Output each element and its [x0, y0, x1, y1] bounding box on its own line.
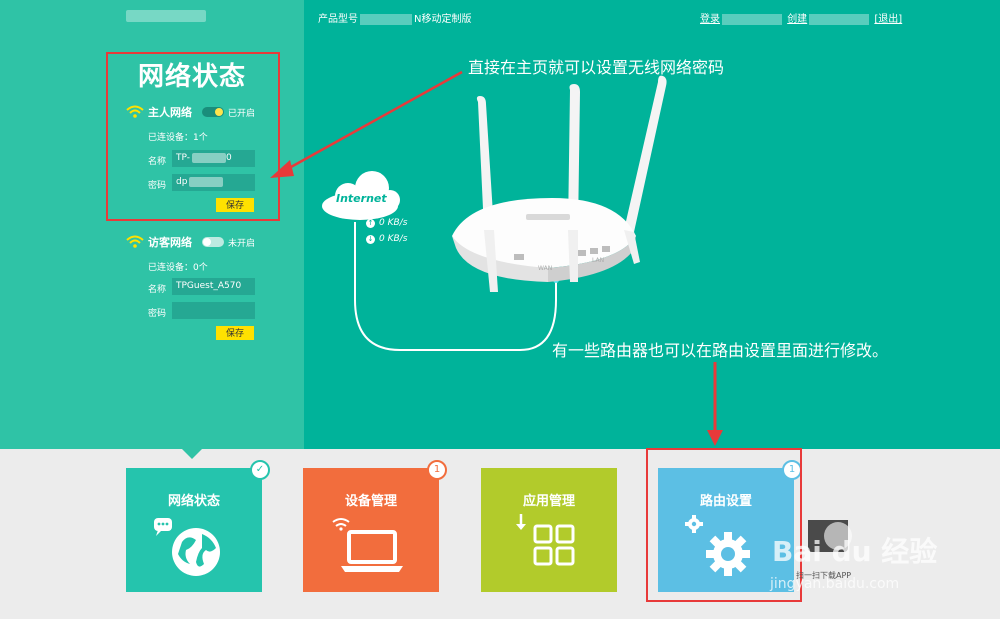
ssid-blur [191, 152, 226, 163]
guest-password-field[interactable] [172, 302, 255, 319]
tile-device-management[interactable]: 设备管理 1 [303, 460, 447, 592]
model-label: 产品型号 [318, 14, 358, 25]
guest-network-section: 访客网络 未开启 已连设备：0个 名称 TPGuest_A570 密码 保存 [126, 234, 296, 344]
guest-toggle-state: 未开启 [228, 238, 256, 249]
upload-rate-value: 0 KB/s [379, 218, 408, 228]
watermark-url: jingyan.baidu.com [770, 576, 900, 592]
top-bar: 产品型号 N移动定制版 登录 创建 [退出] [0, 0, 1000, 30]
main-network-toggle[interactable] [202, 107, 224, 117]
model-blur [360, 13, 412, 25]
main-toggle-state: 已开启 [228, 108, 256, 119]
apps-icon [516, 514, 575, 566]
guest-network-name: 访客网络 [148, 236, 192, 249]
account-blur [722, 13, 782, 25]
guest-pwd-label: 密码 [148, 309, 167, 319]
download-rate-value: 0 KB/s [379, 234, 408, 244]
tile-app-management[interactable]: 应用管理 [481, 468, 617, 592]
model-suffix: N移动定制版 [414, 14, 472, 25]
login-link[interactable]: 登录 [700, 14, 720, 25]
laptop-icon [332, 518, 403, 572]
wifi-icon [126, 235, 144, 248]
tile-label: 网络状态 [167, 494, 220, 509]
tile-label: 设备管理 [344, 494, 397, 509]
create-link[interactable]: 创建 [787, 14, 807, 25]
wifi-icon [126, 105, 144, 118]
guest-ssid-field[interactable]: TPGuest_A570 [172, 278, 255, 295]
globe-icon [154, 518, 220, 576]
pwd-blur [189, 176, 224, 187]
main-ssid-tail: 0 [225, 153, 232, 163]
download-arrow-icon: ↓ [366, 235, 375, 244]
active-tab-caret [182, 449, 202, 459]
upload-rate: ↑ 0 KB/s [366, 218, 407, 228]
main-pwd-value: dp [176, 177, 188, 187]
product-model: 产品型号 N移动定制版 [318, 10, 471, 25]
annotation-top: 直接在主页就可以设置无线网络密码 [468, 58, 725, 77]
download-rate: ↓ 0 KB/s [366, 234, 407, 244]
brand-logo [126, 10, 206, 22]
account-links: 登录 创建 [退出] [700, 10, 902, 25]
main-network-name: 主人网络 [148, 106, 192, 119]
guest-save-button[interactable]: 保存 [216, 326, 254, 340]
upload-arrow-icon: ↑ [366, 219, 375, 228]
main-name-label: 名称 [148, 157, 167, 167]
guest-devices: 已连设备：0个 [148, 263, 208, 273]
annotation-bottom: 有一些路由器也可以在路由设置里面进行修改。 [552, 341, 889, 360]
account-blur-2 [809, 13, 870, 25]
main-ssid-value: TP- [176, 153, 190, 163]
main-ssid-field[interactable]: TP- 0 [172, 150, 255, 167]
main-network-section: 主人网络 已开启 已连设备：1个 名称 TP- 0 密码 dp 保存 [126, 104, 296, 214]
main-password-field[interactable]: dp [172, 174, 255, 191]
main-save-button[interactable]: 保存 [216, 198, 254, 212]
internet-label: Internet [336, 192, 387, 205]
guest-network-toggle[interactable] [202, 237, 224, 247]
check-badge: ✓ [250, 460, 270, 480]
watermark-brand: Bai du 经验 [772, 535, 938, 568]
logout-link[interactable]: [退出] [874, 14, 902, 25]
guest-name-label: 名称 [148, 285, 167, 295]
count-badge: 1 [427, 460, 447, 480]
tile-network-status[interactable]: 网络状态 ✓ [126, 460, 270, 592]
main-pwd-label: 密码 [148, 181, 167, 191]
main-devices: 已连设备：1个 [148, 133, 208, 143]
tile-label: 应用管理 [522, 494, 575, 509]
